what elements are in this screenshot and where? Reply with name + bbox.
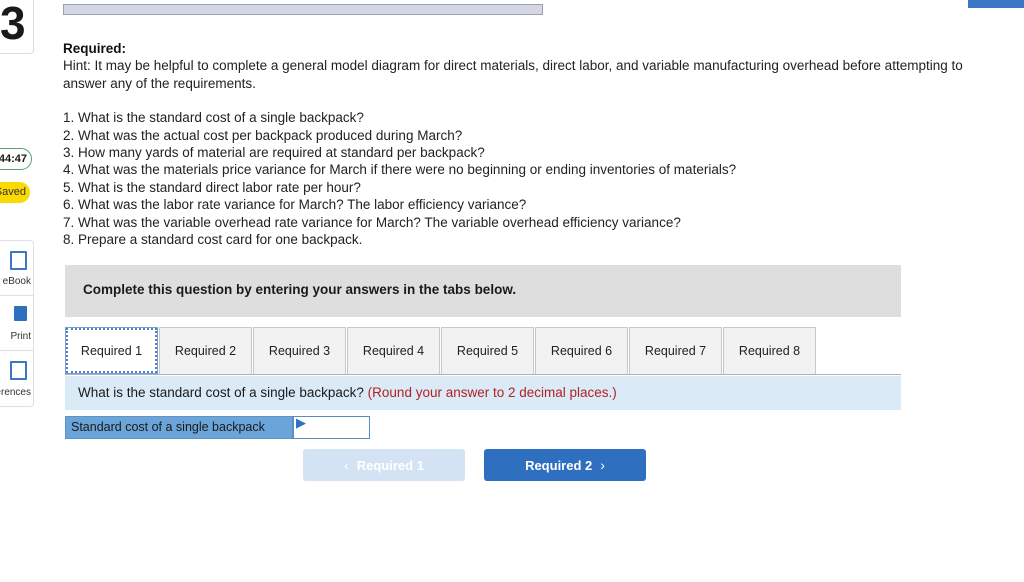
printer-icon: [14, 306, 27, 321]
requirement-item: 1. What is the standard cost of a single…: [63, 110, 364, 126]
rail-item-references[interactable]: References: [0, 351, 33, 406]
top-blue-bar: [968, 0, 1024, 8]
instruction-text: Complete this question by entering your …: [83, 282, 517, 297]
tab-required-3[interactable]: Required 3: [253, 327, 346, 374]
required-heading: Required:: [63, 41, 127, 56]
tab-required-4[interactable]: Required 4: [347, 327, 440, 374]
requirements-list: 1. What is the standard cost of a single…: [63, 109, 983, 248]
left-rail: 3 44:47 Saved eBook Print References: [0, 0, 36, 582]
next-required-button[interactable]: Required 2 ›: [484, 449, 646, 481]
requirement-item: 4. What was the materials price variance…: [63, 162, 737, 178]
rail-item-label: References: [0, 387, 31, 398]
requirement-item: 5. What is the standard direct labor rat…: [63, 179, 361, 195]
chevron-right-icon: ›: [600, 457, 605, 473]
tab-required-1[interactable]: Required 1: [65, 327, 158, 374]
references-icon: [10, 361, 27, 380]
rail-item-label: Print: [10, 331, 31, 342]
prompt-row: What is the standard cost of a single ba…: [78, 385, 617, 400]
prev-required-button[interactable]: ‹ Required 1: [303, 449, 465, 481]
tab-required-8[interactable]: Required 8: [723, 327, 816, 374]
question-body: Required: Hint: It may be helpful to com…: [63, 40, 983, 248]
rail-tools: eBook Print References: [0, 240, 34, 407]
requirement-item: 8. Prepare a standard cost card for one …: [63, 232, 363, 248]
rail-item-ebook[interactable]: eBook: [0, 241, 33, 296]
prompt-rounding-note: (Round your answer to 2 decimal places.): [367, 385, 617, 400]
prompt-question: What is the standard cost of a single ba…: [78, 385, 364, 400]
requirement-item: 6. What was the labor rate variance for …: [63, 197, 527, 213]
book-icon: [10, 251, 27, 270]
requirement-tabs: Required 1 Required 2 Required 3 Require…: [65, 327, 901, 375]
rail-item-label: eBook: [2, 276, 31, 287]
requirement-item: 3. How many yards of material are requir…: [63, 145, 485, 161]
timer-pill: 44:47: [0, 148, 32, 170]
chevron-left-icon: ‹: [344, 457, 349, 473]
next-required-label: Required 2: [525, 458, 593, 473]
prev-required-label: Required 1: [356, 458, 424, 473]
hint-text: Hint: It may be helpful to complete a ge…: [63, 58, 963, 91]
prompt-bar: What is the standard cost of a single ba…: [65, 376, 901, 410]
horizontal-scrollbar[interactable]: [63, 4, 543, 15]
tab-required-7[interactable]: Required 7: [629, 327, 722, 374]
instruction-banner: Complete this question by entering your …: [65, 265, 901, 317]
text-cursor-icon: ▶: [296, 415, 306, 430]
question-number: 3: [0, 0, 26, 49]
requirement-item: 2. What was the actual cost per backpack…: [63, 127, 463, 143]
tab-required-5[interactable]: Required 5: [441, 327, 534, 374]
rail-item-print[interactable]: Print: [0, 296, 33, 351]
tab-required-6[interactable]: Required 6: [535, 327, 628, 374]
tab-required-2[interactable]: Required 2: [159, 327, 252, 374]
answer-label[interactable]: Standard cost of a single backpack: [65, 416, 293, 439]
requirement-item: 7. What was the variable overhead rate v…: [63, 214, 681, 230]
saved-badge: Saved: [0, 182, 30, 203]
question-page: 3 44:47 Saved eBook Print References Req…: [0, 0, 1024, 582]
